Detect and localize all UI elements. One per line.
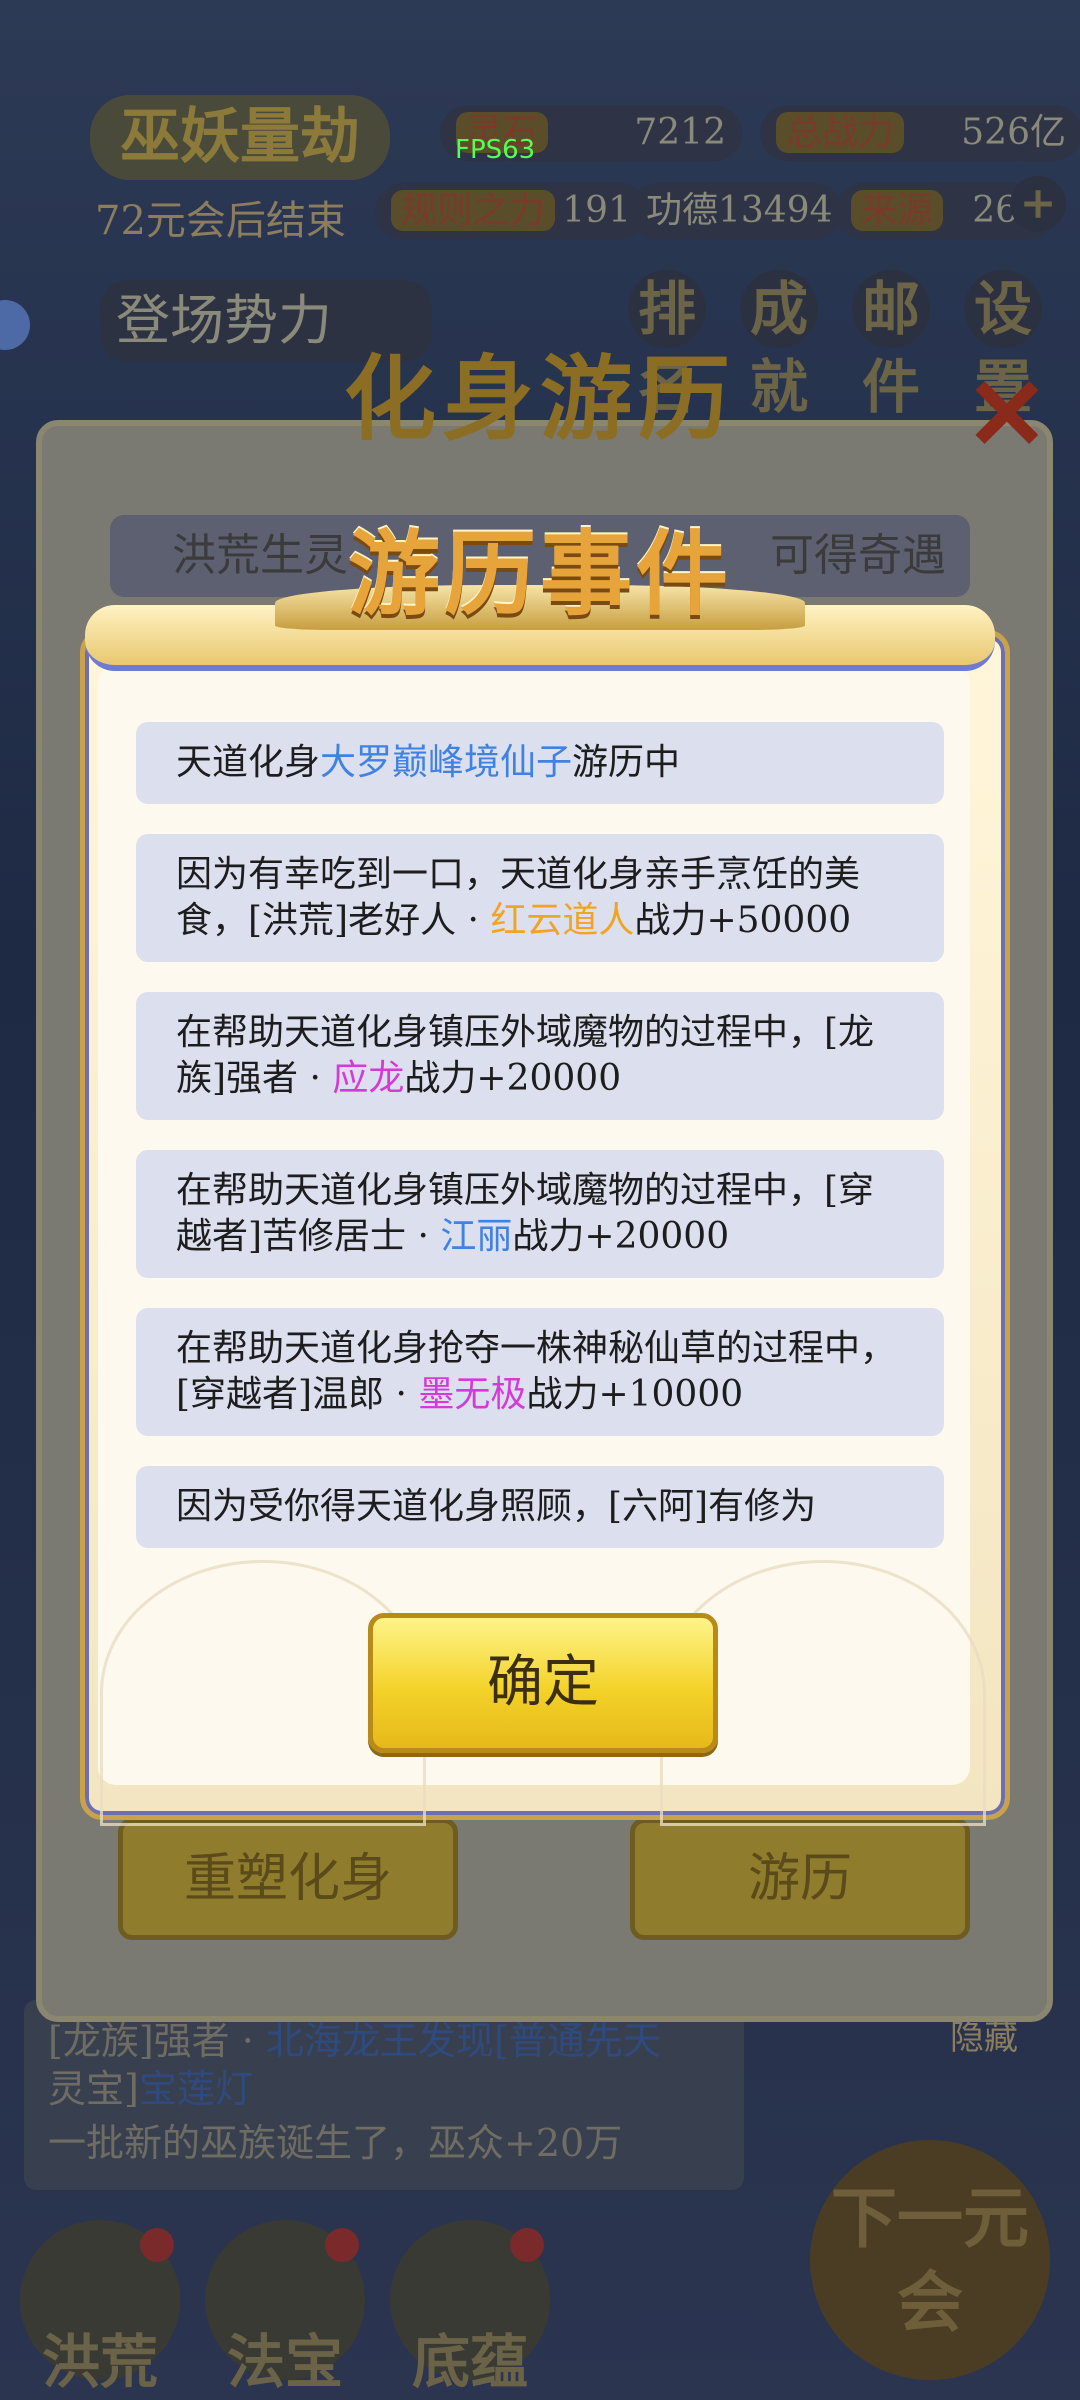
close-icon[interactable]: ✕ [965, 355, 1049, 473]
countdown-text: 72元会后结束 [95, 198, 346, 244]
notification-dot [510, 2228, 544, 2262]
event-item: 在帮助天道化身镇压外域魔物的过程中，[龙族]强者 · 应龙战力+20000 [136, 992, 944, 1120]
power-bar: 总战力 526亿 [760, 105, 1080, 161]
next-era-button[interactable]: 下一元会 [810, 2140, 1050, 2380]
event-text: 战力+10000 [526, 1374, 744, 1415]
nav-fabao[interactable]: 法宝 [205, 2220, 365, 2396]
nav-diyun[interactable]: 底蕴 [390, 2220, 550, 2396]
event-highlight-name: 红云道人 [490, 900, 635, 941]
notification-dot [325, 2228, 359, 2262]
event-text: 因为受你得天道化身照顾，[六阿]有修为 [176, 1486, 817, 1527]
merit-text: 功德13494 [646, 190, 833, 231]
event-text: 天道化身 [176, 742, 321, 783]
nav-honghuang[interactable]: 洪荒 [20, 2220, 180, 2396]
rule-bar: 规则之力 191 [375, 183, 647, 239]
event-text: 战力+20000 [404, 1058, 622, 1099]
event-text: 战力+20000 [512, 1216, 730, 1257]
nav-diyun-label: 底蕴 [411, 2328, 528, 2396]
dialog-title: 游历事件 [347, 520, 732, 628]
fps-counter: FPS63 [455, 135, 536, 165]
log-line-3: 一批新的巫族诞生了，巫众+20万 [48, 2121, 623, 2165]
log-line-2-name: 宝莲灯 [138, 2067, 253, 2111]
event-highlight-name: 江丽 [440, 1216, 513, 1257]
stage-title: 巫妖量劫 [90, 95, 390, 180]
rule-value: 191 [562, 190, 631, 231]
event-item: 在帮助天道化身抢夺一株神秘仙草的过程中，[穿越者]温郎 · 墨无极战力+1000… [136, 1308, 944, 1436]
event-text: 游历中 [572, 742, 681, 783]
nav-fabao-label: 法宝 [226, 2328, 343, 2396]
event-highlight-name: 大罗巅峰境仙子 [320, 742, 573, 783]
power-label: 总战力 [776, 112, 905, 153]
merit-bar: 功德13494 [630, 183, 842, 239]
event-list[interactable]: 天道化身大罗巅峰境仙子游历中 因为有幸吃到一口，天道化身亲手烹饪的美食，[洪荒]… [136, 722, 944, 1562]
source-label: 来源 [851, 190, 944, 231]
event-text: 战力+50000 [634, 900, 852, 941]
event-item: 在帮助天道化身镇压外域魔物的过程中，[穿越者]苦修居士 · 江丽战力+20000 [136, 1150, 944, 1278]
log-line-1-name: 北海龙王发现[普通先天 [265, 2019, 661, 2063]
log-line-2: 灵宝]宝莲灯 [48, 2058, 253, 2113]
travel-button[interactable]: 游历 [630, 1818, 970, 1940]
event-item: 天道化身大罗巅峰境仙子游历中 [136, 722, 944, 804]
event-highlight-name: 墨无极 [418, 1374, 527, 1415]
reshape-avatar-button[interactable]: 重塑化身 [118, 1818, 458, 1940]
event-highlight-name: 应龙 [332, 1058, 405, 1099]
nav-honghuang-label: 洪荒 [41, 2328, 158, 2396]
power-value: 526亿 [961, 112, 1066, 153]
event-item: 因为受你得天道化身照顾，[六阿]有修为 [136, 1466, 944, 1548]
add-icon[interactable]: + [1010, 176, 1066, 232]
log-line-2-text: 灵宝] [48, 2067, 139, 2111]
avatar-travel-title: 化身游历 [343, 345, 736, 453]
confirm-button[interactable]: 确定 [368, 1613, 718, 1753]
notification-dot [140, 2228, 174, 2262]
resource-value: 7212 [634, 112, 726, 153]
event-item: 因为有幸吃到一口，天道化身亲手烹饪的美食，[洪荒]老好人 · 红云道人战力+50… [136, 834, 944, 962]
rule-label: 规则之力 [391, 190, 556, 231]
log-line-1-text: [龙族]强者 · [48, 2019, 266, 2063]
